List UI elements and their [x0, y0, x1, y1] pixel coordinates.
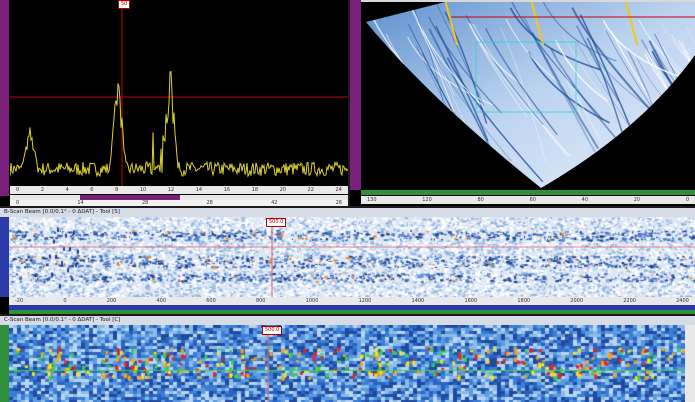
cscan-panel[interactable]: C-Scan Beam [0.0/0.1° - 0 ΔDAT] - Tool [… — [0, 316, 695, 402]
ascan-tick: 22 — [307, 187, 314, 193]
ascan-left-ruler[interactable] — [0, 0, 9, 196]
ascan-bottom-tick: 0 — [16, 200, 20, 206]
ascan-tick: 12 — [167, 187, 175, 193]
ascan-bottom-tick: 28 — [141, 200, 149, 206]
bscan-tick: 1200 — [358, 298, 372, 304]
ascan-bottom-scale: 0 14 28 28 42 28 — [10, 200, 348, 206]
ascan-tick: 14 — [195, 187, 203, 193]
sector-tick: 0 — [685, 197, 689, 203]
ascan-tick: 18 — [251, 187, 259, 193]
ascan-tick: 2 — [40, 187, 44, 193]
sector-tick: 20 — [633, 197, 641, 203]
sector-left-ruler[interactable] — [350, 0, 361, 190]
sector-streak — [684, 50, 695, 163]
ascan-tick: 20 — [279, 187, 286, 193]
bscan-tick: 400 — [156, 298, 167, 304]
bscan-tick: 1000 — [305, 298, 319, 304]
sector-tick: 40 — [581, 197, 589, 203]
ascan-scale: 0 2 4 6 8 10 12 14 16 18 20 22 24 — [10, 186, 348, 194]
bscan-overlay — [9, 217, 695, 297]
bscan-title: B-Scan Beam [0.0/0.1° - 0 ΔDAT] - Tool [… — [0, 208, 695, 217]
sector-tick: 130 — [367, 197, 377, 203]
cscan-overlay — [267, 325, 269, 402]
ascan-tick: 4 — [65, 187, 69, 193]
ascan-bottom-tick: 28 — [206, 200, 213, 206]
ascan-tick: 0 — [16, 187, 20, 193]
bscan-tick: 2200 — [623, 298, 636, 304]
sector-scan-panel[interactable]: 130 120 80 60 40 20 0 — [350, 0, 695, 206]
bscan-index-bar-2[interactable] — [9, 310, 695, 314]
bscan-left-ruler[interactable] — [0, 217, 9, 297]
bscan-tick: 200 — [106, 298, 117, 304]
ascan-tick: 24 — [335, 187, 342, 193]
ascan-tick: 16 — [223, 187, 231, 193]
ascan-tick: 10 — [139, 187, 147, 193]
ascan-panel[interactable]: 50 0 2 4 6 8 10 12 14 16 18 20 22 24 0 1… — [0, 0, 348, 206]
ascan-tick: 6 — [90, 187, 94, 193]
bscan-tick: 2000 — [570, 298, 584, 304]
sector-range-bar[interactable] — [361, 190, 695, 195]
ascan-bottom-tick: 28 — [335, 200, 342, 206]
bscan-tick: 1800 — [517, 298, 531, 304]
sector-fan — [366, 0, 695, 188]
cscan-left-ruler[interactable] — [0, 325, 9, 402]
sector-tick: 120 — [422, 197, 432, 203]
ascan-gate-marker[interactable]: 50 — [118, 0, 131, 9]
ascan-bottom-tick: 14 — [77, 200, 84, 206]
sector-top-strip — [361, 0, 695, 2]
bscan-tick: 800 — [255, 298, 266, 304]
bscan-tick: 2400 — [676, 298, 689, 304]
bscan-panel[interactable]: B-Scan Beam [0.0/0.1° - 0 ΔDAT] - Tool [… — [0, 208, 695, 314]
bscan-tick: -20 — [15, 298, 24, 304]
ascan-tick: 8 — [115, 187, 119, 193]
bscan-scale: -20 0 200 400 600 800 1000 1200 1400 160… — [9, 297, 695, 305]
sector-tick: 60 — [529, 197, 536, 203]
ascan-waveform — [10, 71, 348, 178]
sector-scale: 130 120 80 60 40 20 0 — [361, 196, 695, 204]
bscan-tick: 0 — [63, 298, 67, 304]
bscan-tick: 1600 — [464, 298, 478, 304]
ascan-plot[interactable] — [10, 0, 348, 186]
ascan-bottom-tick: 42 — [271, 200, 278, 206]
bscan-cursor-label[interactable]: 500.0 — [266, 218, 287, 227]
sector-image[interactable] — [361, 0, 695, 190]
sector-tick: 80 — [477, 197, 484, 203]
bscan-tick: 1400 — [411, 298, 425, 304]
cscan-title: C-Scan Beam [0.0/0.1° - 0 ΔDAT] - Tool [… — [0, 316, 695, 325]
bscan-tick: 600 — [206, 298, 216, 304]
cscan-cursor-label[interactable]: 500.0 — [262, 326, 283, 335]
cscan-right-ruler[interactable] — [685, 325, 695, 402]
